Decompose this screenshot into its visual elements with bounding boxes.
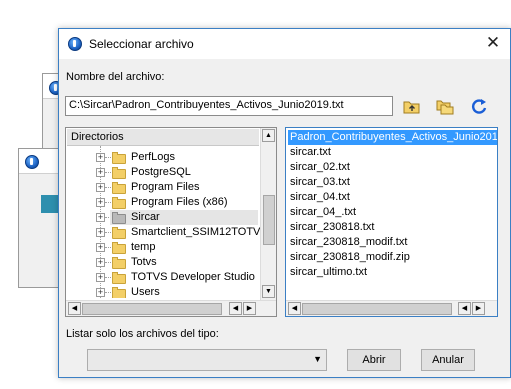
tree-item[interactable]: Users: [112, 285, 160, 298]
tree-item-label: Totvs: [131, 256, 157, 268]
scroll-right-arrow-icon[interactable]: ▶: [243, 302, 256, 315]
tree-guide-line: [105, 187, 111, 188]
tree-expand-icon[interactable]: +: [96, 153, 105, 162]
tree-item-label: PostgreSQL: [131, 166, 191, 178]
tree-item-label: TOTVS Developer Studio: [131, 271, 255, 283]
app-icon: [68, 37, 82, 51]
folder-icon: [112, 272, 126, 284]
filter-label: Listar solo los archivos del tipo:: [66, 328, 219, 340]
file-list-item[interactable]: sircar_230818.txt: [288, 220, 374, 235]
tree-expand-icon[interactable]: +: [96, 228, 105, 237]
files-hscroll-thumb[interactable]: [302, 303, 452, 315]
scroll-right-arrow-icon[interactable]: ▶: [472, 302, 485, 315]
file-list: Padron_Contribuyentes_Activos_Junio2019.…: [286, 128, 497, 300]
directories-hscroll[interactable]: ◀ ◀ ▶: [66, 300, 276, 316]
scroll-up-arrow-icon[interactable]: ▲: [262, 129, 275, 142]
chevron-down-icon: ▼: [313, 354, 322, 364]
tree-guide-line: [105, 262, 111, 263]
tree-item-label: PerfLogs: [131, 151, 176, 163]
folder-icon: [112, 197, 126, 209]
folder-icon: [112, 167, 126, 179]
tree-expand-icon[interactable]: +: [96, 288, 105, 297]
folder-icon: [112, 242, 126, 254]
tree-item[interactable]: Program Files (x86): [112, 195, 228, 210]
folder-icon: [112, 257, 126, 269]
scroll-left-arrow-icon[interactable]: ◀: [458, 302, 471, 315]
tree-item[interactable]: Program Files: [112, 180, 199, 195]
file-list-item[interactable]: sircar_03.txt: [288, 175, 350, 190]
directories-panel: Directorios + PerfLogs + PostgreSQL + Program…: [65, 127, 277, 317]
select-file-dialog: Seleccionar archivo ✕ Nombre del archivo…: [58, 28, 511, 378]
tree-guide-line: [105, 292, 111, 293]
filename-value: C:\Sircar\Padron_Contribuyentes_Activos_…: [69, 99, 344, 111]
cancel-button[interactable]: Anular: [421, 349, 475, 371]
tree-item-label: temp: [131, 241, 156, 253]
tree-item[interactable]: temp: [112, 240, 155, 255]
tree-expand-icon[interactable]: +: [96, 198, 105, 207]
tree-item-label: Users: [131, 286, 160, 298]
tree-guide-line: [105, 277, 111, 278]
tree-expand-icon[interactable]: +: [96, 273, 105, 282]
refresh-icon[interactable]: [470, 97, 488, 115]
tree-expand-icon[interactable]: +: [96, 213, 105, 222]
tree-guide-line: [105, 202, 111, 203]
tree-guide-line: [105, 157, 111, 158]
scroll-left-arrow-icon[interactable]: ◀: [229, 302, 242, 315]
tree-item-label: Sircar: [131, 211, 160, 223]
files-hscroll[interactable]: ◀ ◀ ▶: [286, 300, 497, 316]
folder-icon: [112, 182, 126, 194]
tree-guide-line: [105, 172, 111, 173]
directories-vscroll-thumb[interactable]: [263, 195, 275, 245]
tree-item[interactable]: Smartclient_SSIM12TOTVS: [112, 225, 261, 240]
tree-item-label: Program Files: [131, 181, 200, 193]
file-list-item[interactable]: sircar_04_.txt: [288, 205, 356, 220]
tree-item-label: Smartclient_SSIM12TOTVS: [131, 226, 261, 238]
tree-item[interactable]: PostgreSQL: [112, 165, 191, 180]
tree-expand-icon[interactable]: +: [96, 183, 105, 192]
close-icon[interactable]: ✕: [484, 34, 502, 52]
open-button[interactable]: Abrir: [347, 349, 401, 371]
file-list-item[interactable]: sircar_02.txt: [288, 160, 350, 175]
file-list-item[interactable]: sircar.txt: [288, 145, 331, 160]
filename-input[interactable]: C:\Sircar\Padron_Contribuyentes_Activos_…: [65, 96, 393, 116]
scroll-left-arrow-icon[interactable]: ◀: [68, 302, 81, 315]
file-list-item[interactable]: sircar_230818_modif.zip: [288, 250, 410, 265]
directories-vscroll[interactable]: ▲ ▼: [260, 128, 276, 300]
folder-up-icon[interactable]: [403, 97, 421, 115]
filename-label: Nombre del archivo:: [66, 71, 165, 83]
tree-guide-line: [105, 247, 111, 248]
tree-item-label: Program Files (x86): [131, 196, 228, 208]
directories-header: Directorios: [67, 129, 259, 146]
tree-item[interactable]: Totvs: [112, 255, 157, 270]
folder-icon: [112, 227, 126, 239]
tree-item[interactable]: PerfLogs: [112, 150, 175, 165]
folder-icon: [112, 212, 126, 224]
tree-item[interactable]: TOTVS Developer Studio: [112, 270, 255, 285]
tree-expand-icon[interactable]: +: [96, 258, 105, 267]
dialog-titlebar[interactable]: Seleccionar archivo ✕: [59, 29, 510, 59]
file-list-item[interactable]: Padron_Contribuyentes_Activos_Junio2019.…: [288, 130, 497, 145]
app-icon: [25, 155, 39, 169]
dialog-title: Seleccionar archivo: [89, 37, 194, 51]
folder-icon: [112, 152, 126, 164]
folder-icon: [112, 287, 126, 298]
file-type-select[interactable]: ▼: [87, 349, 327, 371]
scroll-left-arrow-icon[interactable]: ◀: [288, 302, 301, 315]
directory-tree: + PerfLogs + PostgreSQL + Program Files + Progr…: [66, 146, 261, 298]
tree-expand-icon[interactable]: +: [96, 168, 105, 177]
new-folder-icon[interactable]: [436, 97, 454, 115]
tree-item[interactable]: Sircar: [110, 210, 258, 225]
scroll-down-arrow-icon[interactable]: ▼: [262, 285, 275, 298]
directories-hscroll-thumb[interactable]: [82, 303, 222, 315]
files-panel: Padron_Contribuyentes_Activos_Junio2019.…: [285, 127, 498, 317]
file-list-item[interactable]: sircar_230818_modif.txt: [288, 235, 407, 250]
file-list-item[interactable]: sircar_04.txt: [288, 190, 350, 205]
tree-expand-icon[interactable]: +: [96, 243, 105, 252]
file-list-item[interactable]: sircar_ultimo.txt: [288, 265, 367, 280]
tree-guide-line: [105, 232, 111, 233]
